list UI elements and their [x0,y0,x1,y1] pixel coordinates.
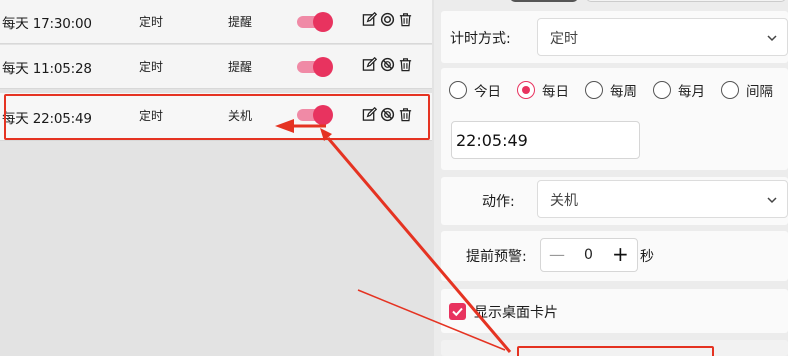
radio-circle [449,81,467,99]
top-button-partial[interactable] [510,0,578,2]
show-card-checkbox[interactable] [449,303,466,320]
task-row[interactable]: 每天 11:05:28 定时 提醒 [0,45,432,89]
radio-label: 间隔 [746,84,773,100]
edit-icon[interactable] [362,57,377,72]
increment-button[interactable]: + [612,242,629,266]
timing-mode-label: 计时方式: [450,31,511,47]
action-value: 关机 [550,193,578,209]
action-select[interactable]: 关机 [537,180,788,218]
radio-interval[interactable]: 间隔 [721,80,773,100]
disable-icon[interactable] [380,12,395,27]
edit-icon[interactable] [362,12,377,27]
chevron-down-icon [765,192,779,206]
timing-mode-card: 计时方式: 定时 [441,11,788,63]
advance-warning-value[interactable]: 0 [584,247,593,263]
action-label: 动作: [482,194,515,210]
show-card-label: 显示桌面卡片 [474,305,558,321]
time-input[interactable]: 22:05:49 [451,121,640,159]
action-card: 动作: 关机 [441,177,788,225]
timing-mode-select[interactable]: 定时 [537,18,788,56]
radio-circle [585,81,603,99]
radio-label: 今日 [474,84,501,100]
task-time: 每天 11:05:28 [2,61,92,77]
annotation-highlight-task-row [4,94,430,140]
time-value: 22:05:49 [456,131,528,150]
radio-monthly[interactable]: 每月 [653,80,705,100]
radio-circle [721,81,739,99]
radio-weekly[interactable]: 每周 [585,80,637,100]
radio-circle [653,81,671,99]
radio-today[interactable]: 今日 [449,80,501,100]
radio-label: 每月 [678,84,705,100]
advance-warning-unit: 秒 [640,249,654,265]
radio-daily[interactable]: 每日 [517,80,569,100]
timing-mode-value: 定时 [550,31,578,47]
radio-label: 每周 [610,84,637,100]
task-row[interactable]: 每天 17:30:00 定时 提醒 [0,0,432,44]
chevron-down-icon [765,30,779,44]
task-list-pane: 每天 17:30:00 定时 提醒 每天 11:05:28 定时 提醒 每天 2… [0,0,434,356]
advance-warning-label: 提前预警: [466,249,527,265]
radio-label: 每日 [542,84,569,100]
task-time: 每天 17:30:00 [2,16,92,32]
decrement-button[interactable]: — [549,245,565,264]
task-type: 定时 [139,15,164,29]
top-button-partial[interactable] [586,0,786,2]
task-row-actions [362,12,413,30]
task-row-actions [362,57,413,75]
advance-warning-stepper: — 0 + [540,238,638,272]
annotation-highlight-button [517,346,714,356]
trash-icon[interactable] [398,57,413,72]
task-type: 定时 [139,60,164,74]
task-enable-toggle[interactable] [297,57,333,77]
task-action: 提醒 [228,60,253,74]
trash-icon[interactable] [398,12,413,27]
disable-icon[interactable] [380,57,395,72]
task-enable-toggle[interactable] [297,12,333,32]
radio-circle [517,81,535,99]
check-icon [452,307,463,317]
task-action: 提醒 [228,15,253,29]
